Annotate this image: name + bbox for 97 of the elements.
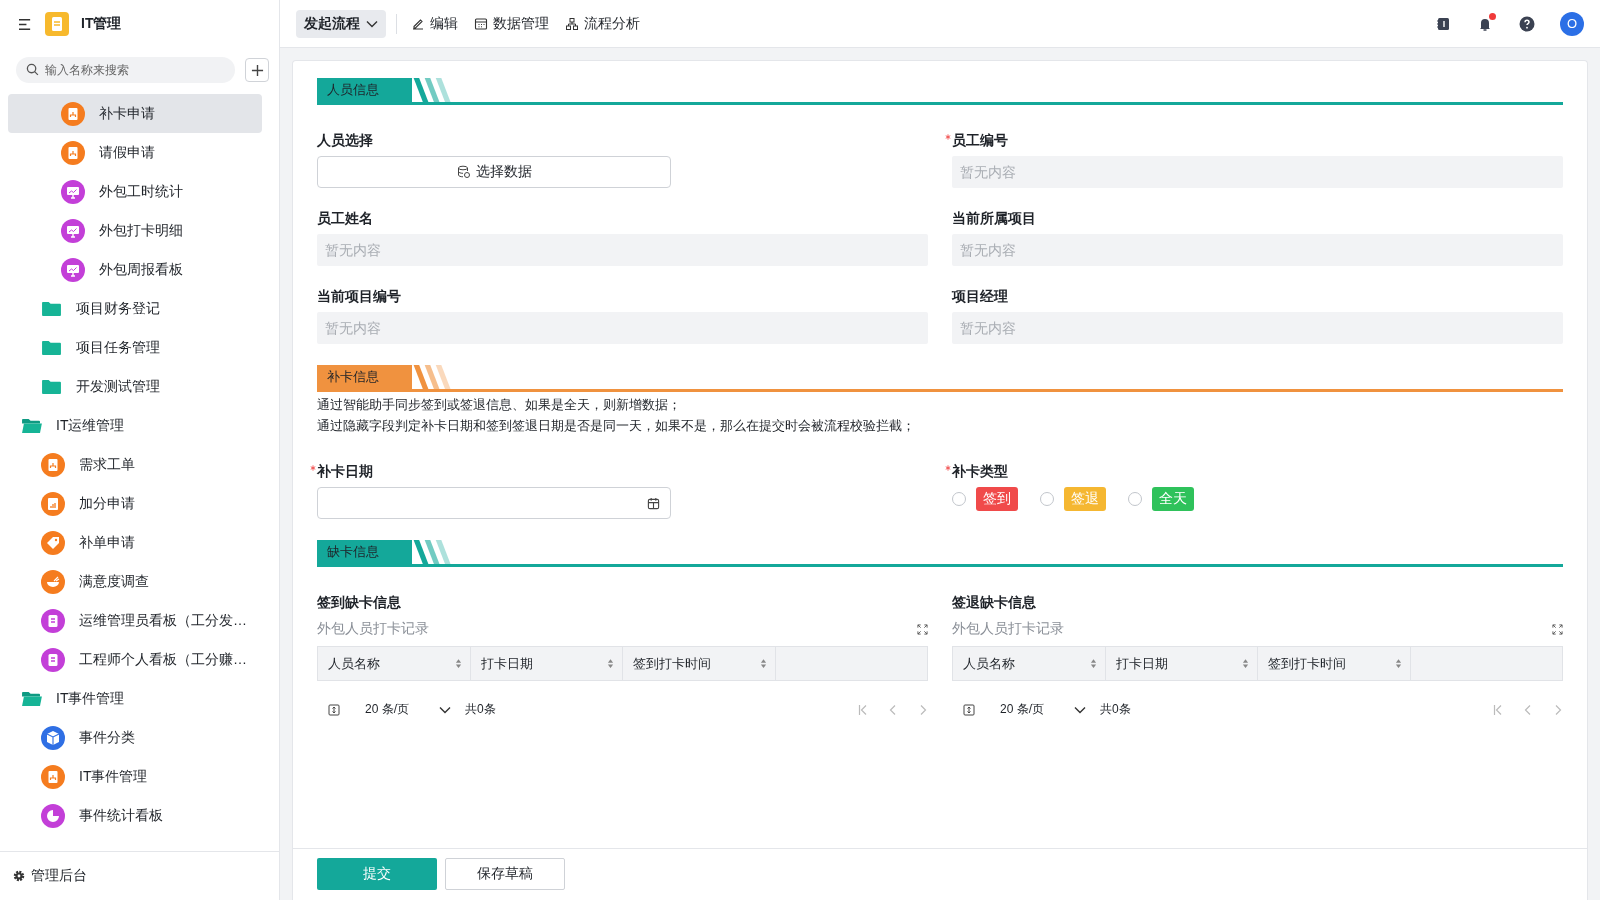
- column-header[interactable]: 打卡日期: [470, 647, 623, 680]
- field-label: 员工编号: [952, 132, 1008, 150]
- plus-icon: [250, 63, 264, 77]
- sort-icon: [1394, 658, 1402, 669]
- expand-icon[interactable]: [1552, 623, 1563, 635]
- sidebar-item[interactable]: IT事件管理: [8, 757, 262, 796]
- sidebar-item[interactable]: 外包周报看板: [8, 250, 262, 289]
- sidebar-item[interactable]: 加分申请: [8, 484, 262, 523]
- sort-icon: [1089, 658, 1097, 669]
- sidebar-item[interactable]: 工程师个人看板（工分赚…: [8, 640, 262, 679]
- notebook-icon[interactable]: [1435, 15, 1451, 32]
- add-button[interactable]: [245, 58, 269, 82]
- sidebar-item[interactable]: 补卡申请: [8, 94, 262, 133]
- sort-icon: [454, 658, 462, 669]
- readonly-field: 暂无内容: [952, 234, 1563, 266]
- column-header[interactable]: 人员名称: [318, 647, 471, 680]
- admin-link[interactable]: 管理后台: [0, 851, 279, 900]
- field-label: 项目经理: [952, 288, 1008, 306]
- field-label: 人员选择: [317, 132, 373, 150]
- sidebar-item[interactable]: 开发测试管理: [8, 367, 262, 406]
- next-page-icon[interactable]: [1553, 703, 1563, 716]
- sort-icon: [1242, 658, 1249, 669]
- chevron-down-icon: [1074, 705, 1086, 714]
- field-label: 补卡日期: [317, 463, 373, 481]
- sidebar-item[interactable]: 满意度调查: [8, 562, 262, 601]
- column-header[interactable]: 签到打卡时间: [623, 647, 776, 680]
- total-count: 共0条: [1100, 701, 1131, 718]
- sidebar-item[interactable]: 需求工单: [8, 445, 262, 484]
- calendar-icon: [647, 496, 660, 510]
- clipboard-logo-icon: [45, 12, 69, 36]
- search-icon: [26, 63, 39, 76]
- launch-process-button[interactable]: 发起流程: [296, 9, 386, 38]
- option-tag: 签退: [1064, 487, 1106, 511]
- option-tag: 签到: [976, 487, 1018, 511]
- required-icon: [945, 134, 951, 140]
- description-text: 通过隐藏字段判定补卡日期和签到签退日期是否是同一天，如果不是，那么在提交时会被流程校验拦截；: [317, 417, 916, 434]
- readonly-field: 暂无内容: [952, 156, 1563, 188]
- sidebar-item[interactable]: IT运维管理: [8, 406, 262, 445]
- sidebar-item[interactable]: 运维管理员看板（工分发…: [8, 601, 262, 640]
- table-caption: 外包人员打卡记录: [952, 620, 1064, 638]
- settings-icon: [12, 869, 26, 883]
- first-page-icon[interactable]: [1493, 703, 1503, 716]
- first-page-icon[interactable]: [858, 703, 868, 716]
- sidebar-item[interactable]: 请假申请: [8, 133, 262, 172]
- pencil-icon: [411, 16, 425, 31]
- column-settings-icon[interactable]: [327, 702, 341, 717]
- database-icon: [456, 165, 471, 179]
- sidebar-item[interactable]: 事件分类: [8, 718, 262, 757]
- page-size-select[interactable]: 20 条/页: [1000, 701, 1086, 718]
- description-text: 通过智能助手同步签到或签退信息、如果是全天，则新增数据；: [317, 396, 682, 413]
- sidebar-item[interactable]: IT事件管理: [8, 679, 262, 718]
- page-size-select[interactable]: 20 条/页: [365, 701, 451, 718]
- previous-page-icon[interactable]: [1523, 703, 1533, 716]
- readonly-field: 暂无内容: [952, 312, 1563, 344]
- field-label: 当前项目编号: [317, 288, 401, 306]
- date-field[interactable]: [317, 487, 671, 519]
- help-icon[interactable]: [1519, 15, 1535, 32]
- required-icon: [310, 465, 316, 471]
- sidebar-item[interactable]: 补单申请: [8, 523, 262, 562]
- user-avatar[interactable]: O: [1560, 11, 1584, 36]
- readonly-field: 暂无内容: [317, 312, 928, 344]
- field-label: 补卡类型: [952, 463, 1008, 481]
- column-header[interactable]: 签到打卡时间: [1258, 647, 1411, 680]
- toolbar-button[interactable]: 编辑: [409, 14, 468, 33]
- column-settings-icon[interactable]: [962, 702, 976, 717]
- sidebar-item[interactable]: 外包打卡明细: [8, 211, 262, 250]
- sidebar-item[interactable]: 项目财务登记: [8, 289, 262, 328]
- flowchart-icon: [565, 16, 579, 31]
- chevron-down-icon: [366, 19, 378, 28]
- table-icon: [474, 16, 488, 31]
- next-page-icon[interactable]: [918, 703, 928, 716]
- menu-icon[interactable]: [18, 17, 33, 31]
- column-header[interactable]: 人员名称: [953, 647, 1106, 680]
- sidebar-item[interactable]: 项目任务管理: [8, 328, 262, 367]
- total-count: 共0条: [465, 701, 496, 718]
- column-header[interactable]: 打卡日期: [1105, 647, 1258, 680]
- previous-page-icon[interactable]: [888, 703, 898, 716]
- field-label: 当前所属项目: [952, 210, 1036, 228]
- option-tag: 全天: [1152, 487, 1194, 511]
- save-draft-button[interactable]: 保存草稿: [445, 858, 565, 890]
- sort-icon: [607, 658, 614, 669]
- sort-icon: [759, 658, 767, 669]
- readonly-field: 暂无内容: [317, 234, 928, 266]
- required-icon: [945, 465, 951, 471]
- field-label: 签到缺卡信息: [317, 594, 401, 612]
- sidebar-item[interactable]: 事件统计看板: [8, 796, 262, 835]
- sidebar-item[interactable]: 外包工时统计: [8, 172, 262, 211]
- field-label: 员工姓名: [317, 210, 373, 228]
- toolbar-button[interactable]: 数据管理: [472, 14, 559, 33]
- select-data-button[interactable]: 选择数据: [317, 156, 671, 188]
- expand-icon[interactable]: [917, 623, 928, 635]
- search-field[interactable]: 输入名称来搜索: [16, 57, 235, 83]
- toolbar-button[interactable]: 流程分析: [563, 14, 650, 33]
- chevron-down-icon: [439, 705, 451, 714]
- app-title: IT管理: [81, 15, 122, 33]
- table-caption: 外包人员打卡记录: [317, 620, 429, 638]
- field-label: 签退缺卡信息: [952, 594, 1036, 612]
